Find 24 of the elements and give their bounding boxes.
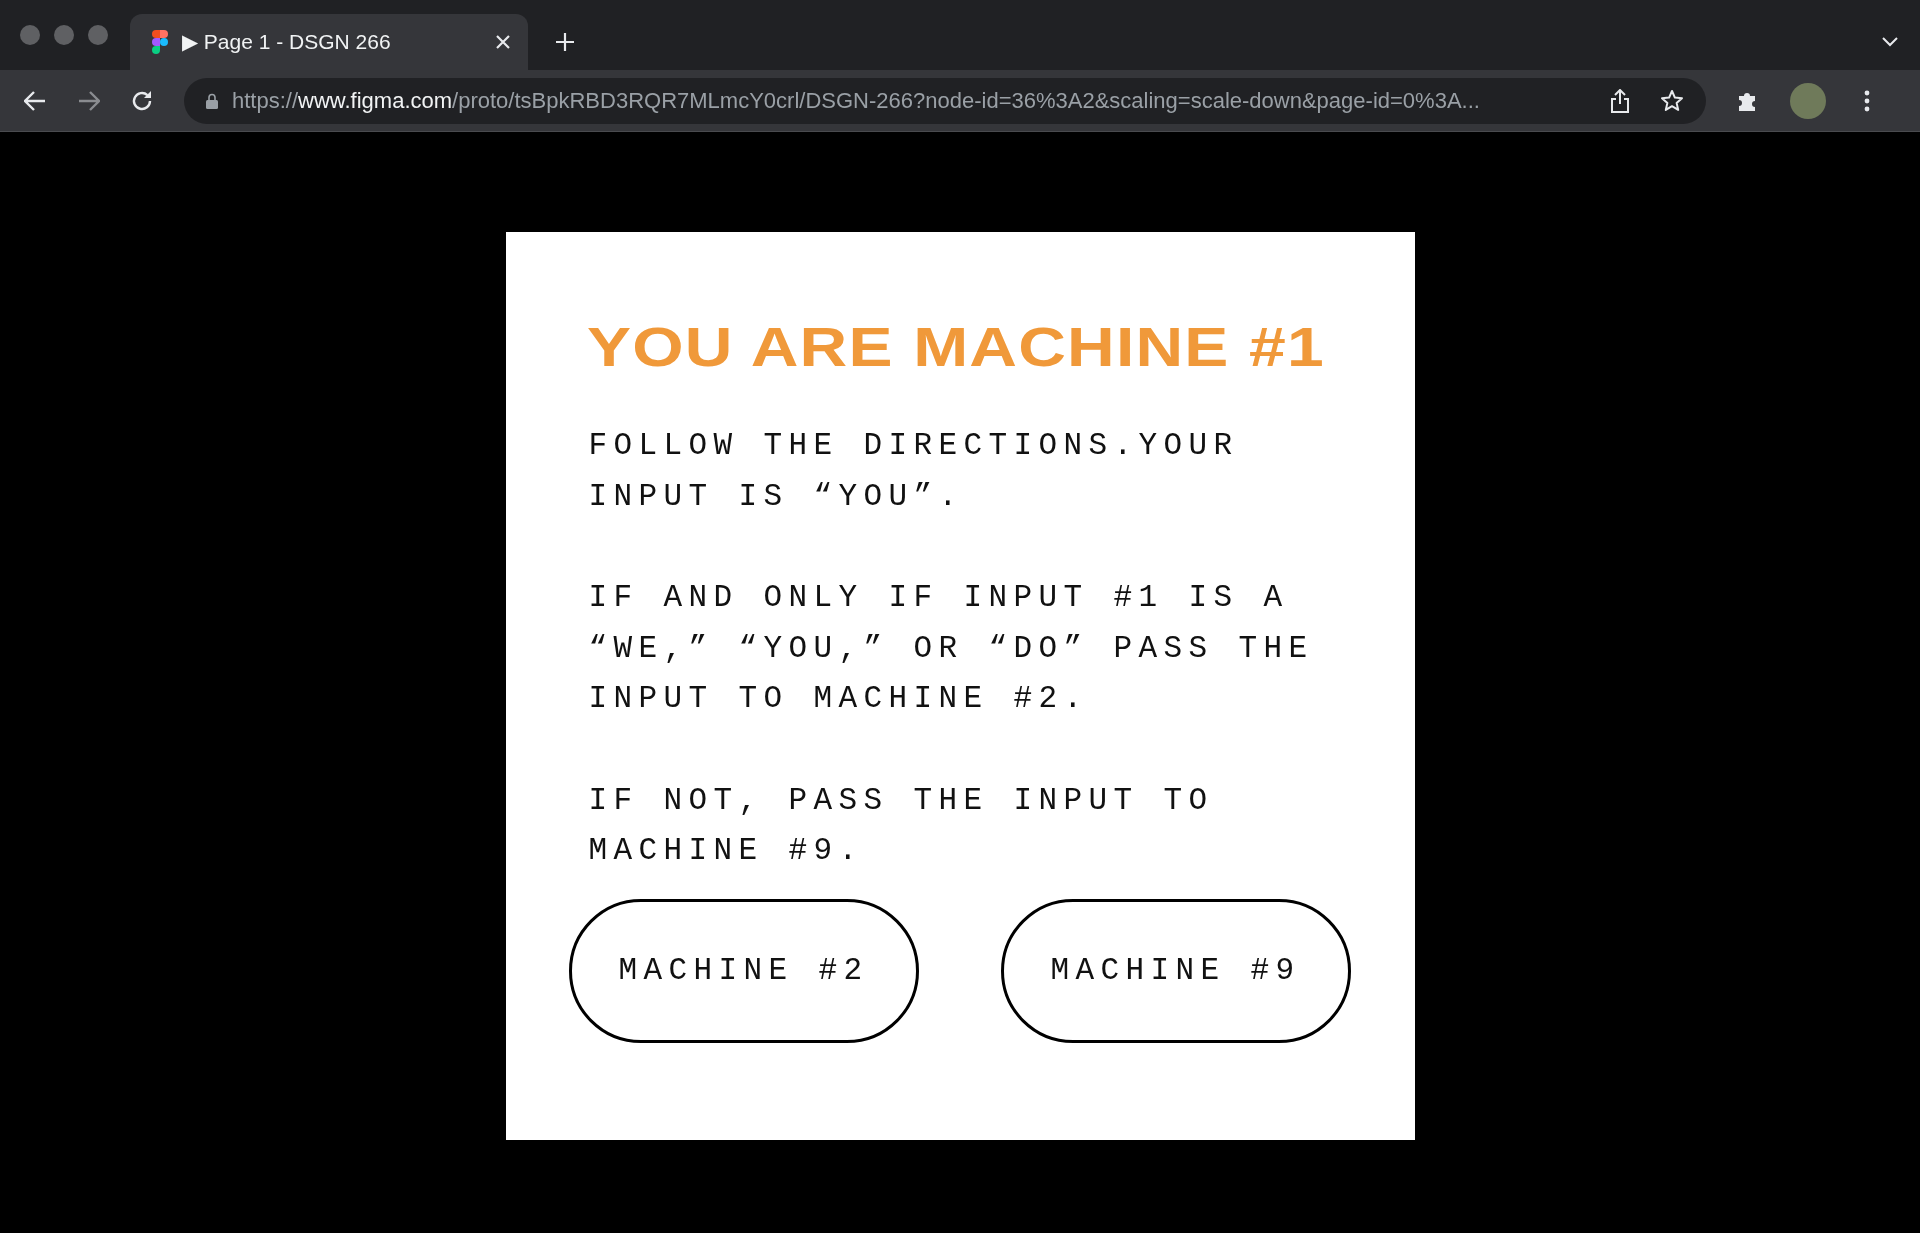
window-maximize-dot[interactable] (88, 25, 108, 45)
close-icon[interactable] (496, 35, 510, 49)
figma-logo-icon (152, 30, 168, 54)
window-close-dot[interactable] (20, 25, 40, 45)
address-bar[interactable]: https://www.figma.com/proto/tsBpkRBD3RQR7MLmcY0crl/DSGN-266?node-id=36%3A2&scaling=scale-down&page-id=0%3A... (184, 77, 1706, 124)
lock-icon (206, 92, 218, 109)
window-minimize-dot[interactable] (54, 25, 74, 45)
instruction-paragraph: IF NOT, PASS THE INPUT TO MACHINE #9. (588, 781, 1215, 870)
instruction-paragraph: IF AND ONLY IF INPUT #1 IS A “WE,” “YOU,” OR “DO” PASS THE INPUT TO MACHINE #2. (588, 579, 1315, 718)
machine-button[interactable]: MACHINE #9 (1000, 898, 1351, 1043)
browser-tab[interactable]: ▶ Page 1 - DSGN 266 (130, 14, 528, 70)
tab-title: ▶ Page 1 - DSGN 266 (182, 30, 392, 54)
machine-button[interactable]: MACHINE #2 (568, 898, 919, 1043)
avatar[interactable] (1790, 82, 1826, 119)
url-text: https://www.figma.com/proto/tsBpkRBD3RQR7MLmcY0crl/DSGN-266?node-id=36%3A2&scaling=scale-down&page-id=0%3A... (232, 87, 1481, 114)
chevron-down-icon[interactable] (1882, 37, 1898, 47)
star-icon[interactable] (1660, 88, 1684, 113)
share-icon[interactable] (1610, 88, 1630, 113)
menu-icon[interactable] (1864, 89, 1870, 112)
back-arrow-icon[interactable] (24, 90, 46, 111)
instruction-paragraph: FOLLOW THE DIRECTIONS.YOUR INPUT IS “YOU”. (588, 427, 1240, 516)
heading: YOU ARE MACHINE #1 (586, 320, 1326, 375)
forward-arrow-icon[interactable] (78, 90, 100, 111)
new-tab-plus-icon[interactable] (556, 33, 574, 51)
